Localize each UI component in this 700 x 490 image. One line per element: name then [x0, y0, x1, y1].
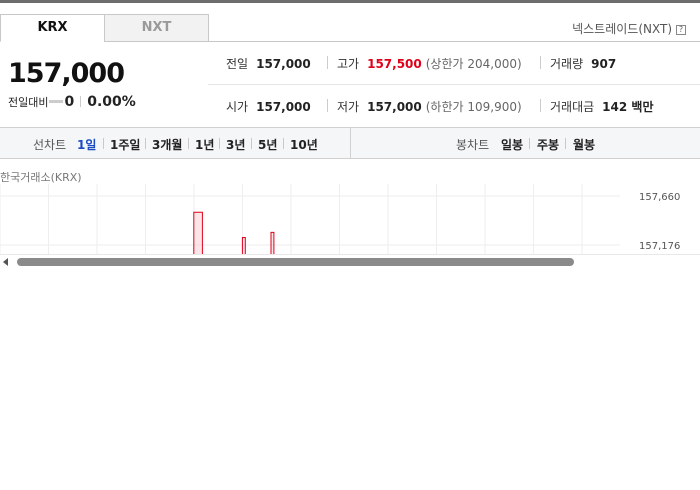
divider: [145, 138, 146, 149]
candle-monthly[interactable]: 월봉: [573, 136, 595, 153]
tab-nxt[interactable]: NXT: [104, 14, 209, 42]
stat-high: 고가 157,500 (상한가 204,000): [327, 55, 522, 72]
divider: [283, 138, 284, 149]
divider: [208, 84, 700, 85]
stat-volume: 거래량 907: [540, 55, 617, 72]
market-label: 한국거래소(KRX): [0, 171, 82, 184]
stat-label: 고가: [337, 57, 360, 71]
divider: [529, 138, 530, 149]
divider: [80, 96, 82, 107]
chart-scrollbar[interactable]: [0, 254, 700, 268]
candle-chart-label: 봉차트: [456, 138, 490, 152]
stat-label: 전일: [226, 57, 249, 71]
price-chart-svg: 157,660 157,176: [0, 184, 680, 255]
divider: [327, 99, 328, 112]
top-border: [0, 0, 700, 3]
divider: [103, 138, 104, 149]
period-1w[interactable]: 1주일: [110, 136, 140, 153]
tab-krx[interactable]: KRX: [0, 14, 105, 42]
period-10y[interactable]: 10년: [290, 136, 318, 153]
stat-label: 시가: [226, 100, 249, 114]
period-3y[interactable]: 3년: [226, 136, 245, 153]
flat-change-icon: [49, 100, 64, 103]
divider: [327, 56, 328, 69]
chart-controls: 선차트 1일 1주일 3개월 1년 3년 5년 10년 봉차트 일봉 주봉 월봉: [0, 127, 700, 159]
stat-low: 저가 157,000 (하한가 109,900): [327, 98, 522, 115]
change-value: 0: [64, 94, 75, 110]
divider: [188, 138, 189, 149]
divider: [350, 128, 351, 158]
period-1d[interactable]: 1일: [77, 136, 96, 153]
divider: [565, 138, 566, 149]
scroll-left-arrow-icon[interactable]: [3, 258, 8, 266]
stat-prev-close: 전일 157,000: [226, 55, 311, 72]
nxt-link[interactable]: 넥스트레이드(NXT)?: [572, 20, 686, 37]
candle-daily[interactable]: 일봉: [501, 136, 523, 153]
divider: [540, 56, 541, 69]
price-chart: 157,660 157,176: [0, 184, 700, 255]
y-tick-label: 157,176: [639, 241, 680, 252]
stat-label: 저가: [337, 100, 360, 114]
period-3m[interactable]: 3개월: [152, 136, 182, 153]
stat-value: 142 백만: [602, 100, 654, 114]
change-rate: 0.00%: [87, 94, 136, 110]
current-price: 157,000: [8, 58, 125, 89]
price-change: 전일대비 0 0.00%: [8, 94, 136, 110]
period-5y[interactable]: 5년: [258, 136, 277, 153]
help-icon[interactable]: ?: [676, 25, 686, 35]
period-1y[interactable]: 1년: [195, 136, 214, 153]
stat-amount: 거래대금 142 백만: [540, 98, 654, 115]
divider: [219, 138, 220, 149]
price-value: 157,000: [8, 58, 125, 89]
stat-value: 157,500: [367, 57, 422, 71]
stat-value: 157,000: [256, 57, 311, 71]
divider: [251, 138, 252, 149]
divider: [540, 99, 541, 112]
upper-limit: (상한가 204,000): [425, 57, 522, 71]
stat-label: 거래대금: [550, 100, 595, 114]
stat-label: 거래량: [550, 57, 584, 71]
stat-value: 157,000: [367, 100, 422, 114]
scroll-thumb[interactable]: [17, 258, 574, 266]
lower-limit: (하한가 109,900): [425, 100, 522, 114]
y-tick-label: 157,660: [639, 192, 680, 203]
stat-value: 907: [591, 57, 617, 71]
price-stats: 전일 157,000 고가 157,500 (상한가 204,000) 거래량 907 …: [208, 42, 700, 126]
candle-weekly[interactable]: 주봉: [537, 136, 559, 153]
line-chart-label: 선차트: [33, 138, 67, 152]
stat-open: 시가 157,000: [226, 98, 311, 115]
nxt-link-label: 넥스트레이드(NXT): [572, 22, 672, 36]
change-label: 전일대비: [8, 96, 49, 109]
stat-value: 157,000: [256, 100, 311, 114]
